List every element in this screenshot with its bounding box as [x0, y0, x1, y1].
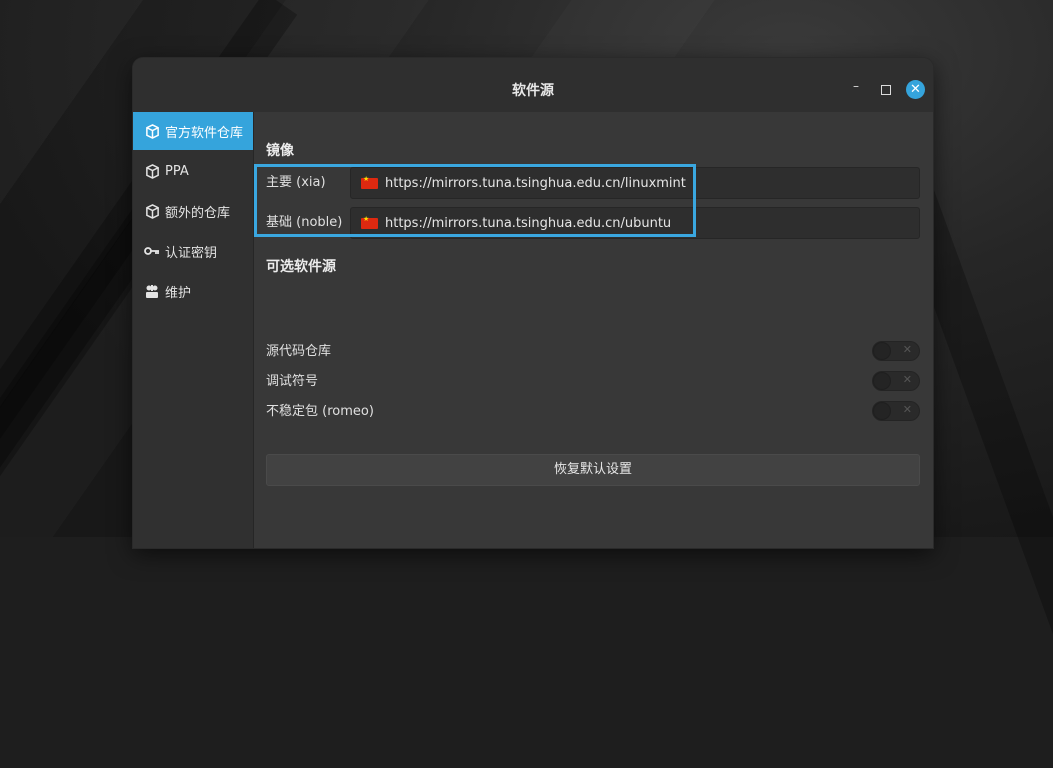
debug-symbols-toggle[interactable]: ✕: [872, 371, 920, 391]
option-source-code: 源代码仓库 ✕: [266, 337, 920, 367]
maintenance-icon: [143, 284, 161, 299]
package-icon: [143, 123, 161, 139]
mirror-base-url: https://mirrors.tuna.tsinghua.edu.cn/ubu…: [385, 215, 672, 231]
mirror-base-row: 基础 (noble) https://mirrors.tuna.tsinghua…: [266, 207, 920, 239]
option-label: 源代码仓库: [266, 344, 332, 359]
sidebar-item-maintenance[interactable]: 维护: [133, 272, 253, 310]
china-flag-icon: [361, 215, 378, 229]
sidebar-item-label: 维护: [165, 285, 192, 301]
close-button[interactable]: ✕: [906, 80, 925, 99]
option-unstable: 不稳定包 (romeo) ✕: [266, 397, 920, 427]
close-icon: ✕: [910, 82, 921, 97]
toggle-off-icon: ✕: [902, 403, 912, 416]
sidebar-item-official-repos[interactable]: 官方软件仓库: [133, 112, 253, 150]
option-label: 不稳定包 (romeo): [266, 404, 374, 419]
sidebar: 官方软件仓库 PPA 额外的仓库 认证密钥 维护: [133, 112, 254, 548]
title-bar[interactable]: 软件源 – ✕: [133, 58, 933, 112]
option-label: 调试符号: [266, 374, 319, 389]
sidebar-item-additional-repos[interactable]: 额外的仓库: [133, 192, 253, 230]
mirror-main-url: https://mirrors.tuna.tsinghua.edu.cn/lin…: [385, 175, 686, 191]
toggle-off-icon: ✕: [902, 373, 912, 386]
sidebar-item-label: 认证密钥: [165, 245, 218, 261]
package-icon: [143, 163, 161, 179]
mirrors-heading: 镜像: [266, 143, 294, 159]
option-debug-symbols: 调试符号 ✕: [266, 367, 920, 397]
mirror-main-row: 主要 (xia) https://mirrors.tuna.tsinghua.e…: [266, 167, 920, 199]
sidebar-item-label: 官方软件仓库: [165, 125, 244, 141]
package-icon: [143, 203, 161, 219]
unstable-toggle[interactable]: ✕: [872, 401, 920, 421]
sidebar-item-label: PPA: [165, 163, 189, 179]
window-title: 软件源: [512, 83, 554, 99]
toggle-off-icon: ✕: [902, 343, 912, 356]
maximize-button[interactable]: [881, 81, 891, 98]
mirror-main-label: 主要 (xia): [266, 175, 326, 190]
mirror-base-label: 基础 (noble): [266, 215, 343, 230]
software-sources-window: 软件源 – ✕ 官方软件仓库 PPA 额外的仓库 认证密钥 维护 镜像 主要 (…: [133, 58, 933, 548]
key-icon: [143, 245, 161, 257]
restore-defaults-button[interactable]: 恢复默认设置: [266, 454, 920, 486]
toggle-knob: [874, 403, 890, 419]
optional-sources-heading: 可选软件源: [266, 259, 336, 275]
source-code-toggle[interactable]: ✕: [872, 341, 920, 361]
sidebar-item-ppa[interactable]: PPA: [133, 152, 253, 190]
mirror-base-button[interactable]: https://mirrors.tuna.tsinghua.edu.cn/ubu…: [350, 207, 920, 239]
sidebar-item-label: 额外的仓库: [165, 205, 231, 221]
sidebar-item-auth-keys[interactable]: 认证密钥: [133, 232, 253, 270]
china-flag-icon: [361, 175, 378, 189]
minimize-button[interactable]: –: [853, 79, 859, 93]
mirror-main-button[interactable]: https://mirrors.tuna.tsinghua.edu.cn/lin…: [350, 167, 920, 199]
main-content: 镜像 主要 (xia) https://mirrors.tuna.tsinghu…: [254, 112, 933, 548]
maximize-icon: [881, 85, 891, 95]
toggle-knob: [874, 343, 890, 359]
toggle-knob: [874, 373, 890, 389]
